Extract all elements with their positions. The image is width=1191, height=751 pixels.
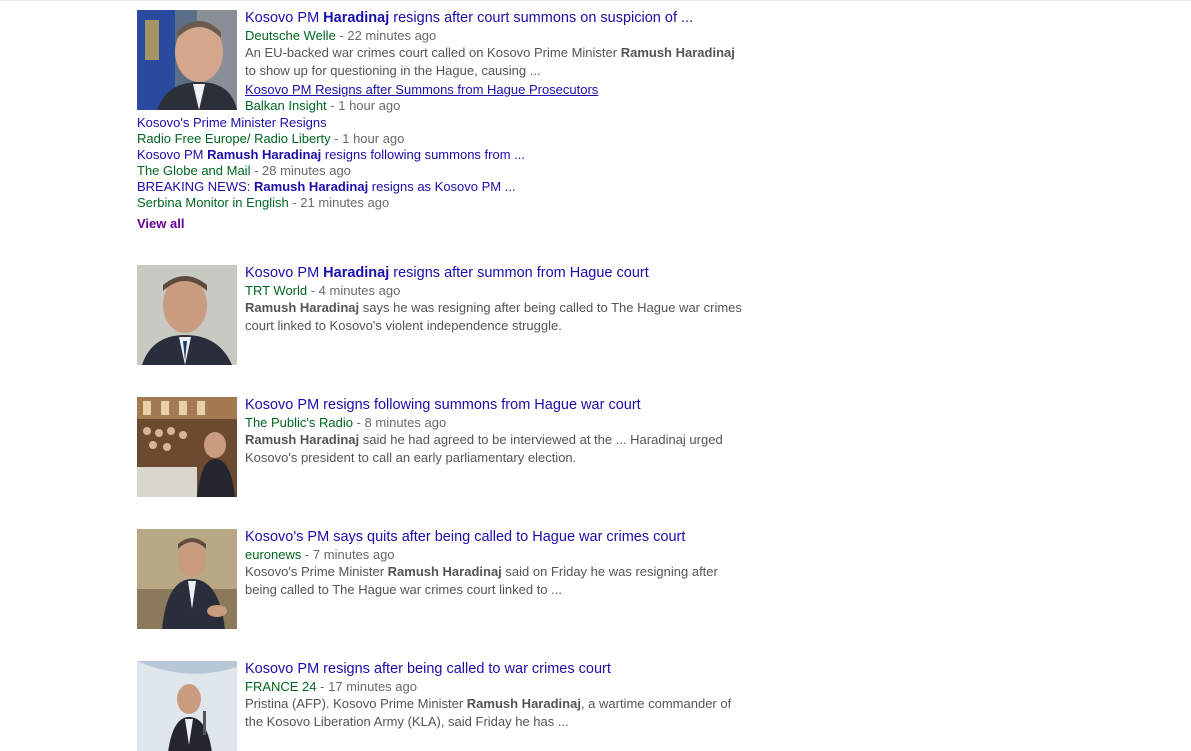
- result-meta: euronews - 7 minutes ago: [245, 546, 757, 563]
- source-name: euronews: [245, 547, 302, 562]
- news-result: Kosovo's PM says quits after being calle…: [137, 529, 757, 629]
- thumbnail-image[interactable]: [137, 529, 237, 629]
- related-meta: Radio Free Europe/ Radio Liberty - 1 hou…: [137, 131, 405, 146]
- news-result: Kosovo PM Haradinaj resigns after court …: [137, 10, 757, 233]
- thumbnail-image[interactable]: [137, 265, 237, 365]
- portrait-photo-icon: [137, 10, 237, 110]
- result-title-link[interactable]: Kosovo's PM says quits after being calle…: [245, 529, 757, 546]
- result-meta: TRT World - 4 minutes ago: [245, 282, 757, 299]
- related-article-link[interactable]: Kosovo's Prime Minister Resigns: [137, 115, 757, 131]
- related-article-link[interactable]: Kosovo PM Ramush Haradinaj resigns follo…: [137, 147, 757, 163]
- thumbnail-image[interactable]: [137, 397, 237, 497]
- thumbnail-image[interactable]: [137, 10, 237, 110]
- result-snippet: An EU-backed war crimes court called on …: [245, 45, 735, 78]
- timestamp: - 4 minutes ago: [307, 283, 401, 298]
- timestamp: - 22 minutes ago: [335, 28, 437, 43]
- result-snippet: Ramush Haradinaj said he had agreed to b…: [245, 432, 723, 465]
- source-name: The Public's Radio: [245, 415, 353, 430]
- news-result: Kosovo PM resigns after being called to …: [137, 661, 757, 751]
- result-title-link[interactable]: Kosovo PM Haradinaj resigns after court …: [245, 10, 757, 27]
- top-divider: [0, 0, 1191, 1]
- related-meta: The Globe and Mail - 28 minutes ago: [137, 163, 351, 178]
- related-meta: Balkan Insight - 1 hour ago: [245, 98, 401, 113]
- related-article-link[interactable]: BREAKING NEWS: Ramush Haradinaj resigns …: [137, 179, 757, 195]
- result-snippet: Kosovo's Prime Minister Ramush Haradinaj…: [245, 564, 718, 597]
- related-article-link[interactable]: Kosovo PM Resigns after Summons from Hag…: [245, 82, 757, 98]
- source-name: FRANCE 24: [245, 679, 317, 694]
- result-snippet: Ramush Haradinaj says he was resigning a…: [245, 300, 742, 333]
- thumbnail-image[interactable]: [137, 661, 237, 751]
- result-meta: FRANCE 24 - 17 minutes ago: [245, 678, 757, 695]
- related-meta: Serbina Monitor in English - 21 minutes …: [137, 195, 390, 210]
- podium-photo-icon: [137, 661, 237, 751]
- news-result: Kosovo PM resigns following summons from…: [137, 397, 757, 497]
- result-meta: The Public's Radio - 8 minutes ago: [245, 414, 757, 431]
- source-name: Deutsche Welle: [245, 28, 336, 43]
- portrait-photo-icon: [137, 265, 237, 365]
- seated-portrait-photo-icon: [137, 529, 237, 629]
- timestamp: - 8 minutes ago: [352, 415, 447, 430]
- source-name: TRT World: [245, 283, 308, 298]
- view-all-link[interactable]: View all: [137, 216, 184, 231]
- news-result: Kosovo PM Haradinaj resigns after summon…: [137, 265, 757, 365]
- result-title-link[interactable]: Kosovo PM resigns following summons from…: [245, 397, 757, 414]
- timestamp: - 17 minutes ago: [316, 679, 417, 694]
- result-title-link[interactable]: Kosovo PM Haradinaj resigns after summon…: [245, 265, 757, 282]
- result-title-link[interactable]: Kosovo PM resigns after being called to …: [245, 661, 757, 678]
- result-meta: Deutsche Welle - 22 minutes ago: [245, 27, 757, 44]
- parliament-photo-icon: [137, 397, 237, 497]
- result-snippet: Pristina (AFP). Kosovo Prime Minister Ra…: [245, 696, 732, 729]
- timestamp: - 7 minutes ago: [301, 547, 395, 562]
